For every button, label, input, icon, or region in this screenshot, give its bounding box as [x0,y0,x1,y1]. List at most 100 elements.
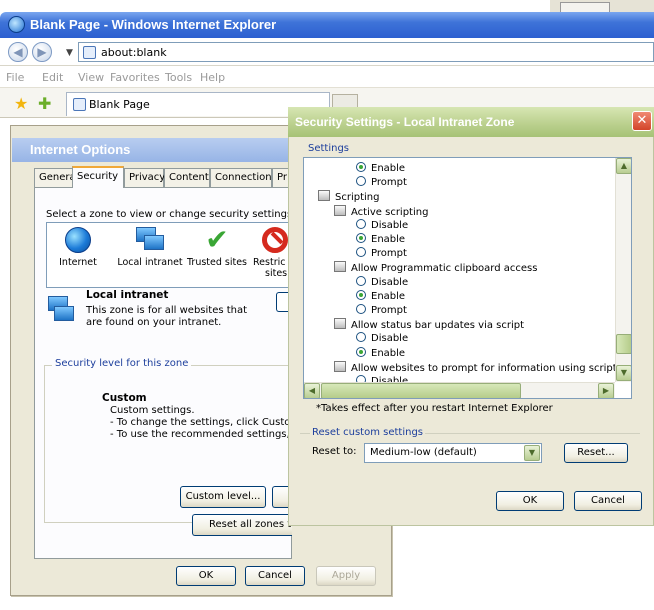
settings-tree: Enable Prompt Scripting Active scripting Dis… [303,157,632,399]
ie-title-bar: Blank Page - Windows Internet Explorer [0,12,654,38]
setting-label: Allow status bar updates via script [351,320,525,332]
settings-label: Settings [308,143,350,154]
setting-option[interactable]: Enable [356,289,405,304]
setting-group: Allow websites to prompt for information… [334,360,631,375]
security-level-legend: Security level for this zone [52,358,192,369]
zone-label: Local intranet [117,257,183,268]
menu-tools[interactable]: Tools [165,71,192,84]
reset-all-zones-button[interactable]: Reset all zones to [192,514,292,536]
setting-option[interactable]: Disable [356,275,408,290]
setting-option[interactable]: Disable [356,332,408,346]
security-cancel-button[interactable]: Cancel [574,491,642,511]
radio-button[interactable] [356,289,366,300]
settings-group-icon [334,318,346,330]
setting-option[interactable]: Prompt [356,176,407,190]
setting-group: Allow Programmatic clipboard access [334,261,537,275]
setting-group: Allow status bar updates via script [334,318,524,332]
vertical-scrollbar[interactable]: ▲ ▼ [615,158,631,382]
address-row: ◀ ▶ ▼ about:blank [0,38,654,66]
setting-option[interactable]: Prompt [356,304,407,318]
setting-option[interactable]: Prompt [356,247,407,261]
horizontal-scrollbar[interactable]: ◀ ▶ [304,382,615,398]
address-bar[interactable]: about:blank [78,42,654,62]
menu-favorites[interactable]: Favorites [110,71,160,84]
options-ok-button[interactable]: OK [176,566,236,586]
internet-options-title-bar: Internet Options [12,138,292,162]
setting-option[interactable]: Disable [356,218,408,233]
close-icon[interactable]: ✕ [632,111,652,131]
options-cancel-button[interactable]: Cancel [245,566,305,586]
options-tabs: General Security Privacy Content Connect… [34,166,294,188]
menu-view[interactable]: View [78,71,104,84]
tab-content[interactable]: Content [164,168,210,187]
radio-button[interactable] [356,247,366,258]
horizontal-scroll-thumb[interactable] [321,383,521,398]
setting-label: Enable [371,163,406,174]
setting-option[interactable]: Enable [356,346,406,361]
back-arrow-icon[interactable]: ◀ [8,42,28,62]
ie-logo-icon [8,16,25,33]
security-ok-button[interactable]: OK [496,491,564,511]
setting-label: Prompt [371,248,407,260]
scroll-left-icon[interactable]: ◀ [304,383,320,398]
zone-trusted-sites[interactable]: ✔ Trusted sites [187,226,247,269]
reset-to-select[interactable]: Medium-low (default) ▼ [364,443,542,463]
page-icon [83,46,96,59]
radio-button[interactable] [356,218,366,229]
custom-level-button[interactable]: Custom level... [180,486,266,508]
radio-button[interactable] [356,304,366,314]
setting-label: Enable [371,347,406,359]
tab-general[interactable]: General [34,168,78,187]
scroll-up-icon[interactable]: ▲ [616,158,631,174]
local-intranet-icon [48,296,74,324]
zone-local-intranet[interactable]: Local intranet [115,227,185,268]
radio-button[interactable] [356,176,366,187]
chevron-down-icon[interactable]: ▼ [524,445,540,461]
restart-note: *Takes effect after you restart Internet… [316,403,553,414]
security-settings-title: Security Settings - Local Intranet Zone [295,115,515,129]
scroll-thumb[interactable] [616,334,631,354]
settings-group-icon [334,360,346,372]
favorites-star-icon[interactable]: ★ [14,94,28,113]
computers-icon [136,227,164,253]
security-settings-title-bar: Security Settings - Local Intranet Zone … [288,107,654,137]
history-dropdown-icon[interactable]: ▼ [66,48,73,58]
reset-button[interactable]: Reset... [564,443,628,463]
menu-file[interactable]: File [6,71,24,84]
page-icon [73,98,86,111]
ie-window-title: Blank Page - Windows Internet Explorer [30,17,277,32]
custom-level-title: Custom [102,392,147,404]
zone-prompt: Select a zone to view or change security… [46,209,296,220]
settings-group-icon [334,261,346,273]
radio-button[interactable] [356,275,366,286]
address-input[interactable]: about:blank [101,46,167,59]
zone-internet[interactable]: Internet [55,227,101,268]
radio-button[interactable] [356,162,366,172]
radio-button[interactable] [356,346,366,357]
selected-zone-description: This zone is for all websites that are f… [86,305,248,328]
setting-option[interactable]: Enable [356,162,405,176]
setting-option[interactable]: Enable [356,233,405,247]
tab-connections[interactable]: Connections [210,168,277,187]
menu-edit[interactable]: Edit [42,71,63,84]
options-apply-button[interactable]: Apply [316,566,376,586]
scroll-right-icon[interactable]: ▶ [598,383,614,398]
selected-zone-title: Local intranet [86,289,169,301]
reset-to-value: Medium-low (default) [370,447,477,458]
tab-security[interactable]: Security [72,166,124,188]
setting-label: Scripting [335,192,380,204]
add-favorite-icon[interactable]: ✚ [38,94,51,113]
scroll-down-icon[interactable]: ▼ [616,365,631,381]
tab-privacy[interactable]: Privacy [124,168,165,187]
globe-icon [65,227,91,253]
setting-label: Disable [371,333,409,345]
radio-button[interactable] [356,332,366,343]
setting-group: Scripting [318,190,379,204]
menu-help[interactable]: Help [200,71,225,84]
menu-bar: File Edit View Favorites Tools Help [0,66,654,88]
forward-arrow-icon[interactable]: ▶ [32,42,52,62]
reset-custom-legend: Reset custom settings [310,427,425,438]
radio-button[interactable] [356,233,366,243]
reset-to-label: Reset to: [312,446,357,457]
settings-group-icon [334,204,346,216]
